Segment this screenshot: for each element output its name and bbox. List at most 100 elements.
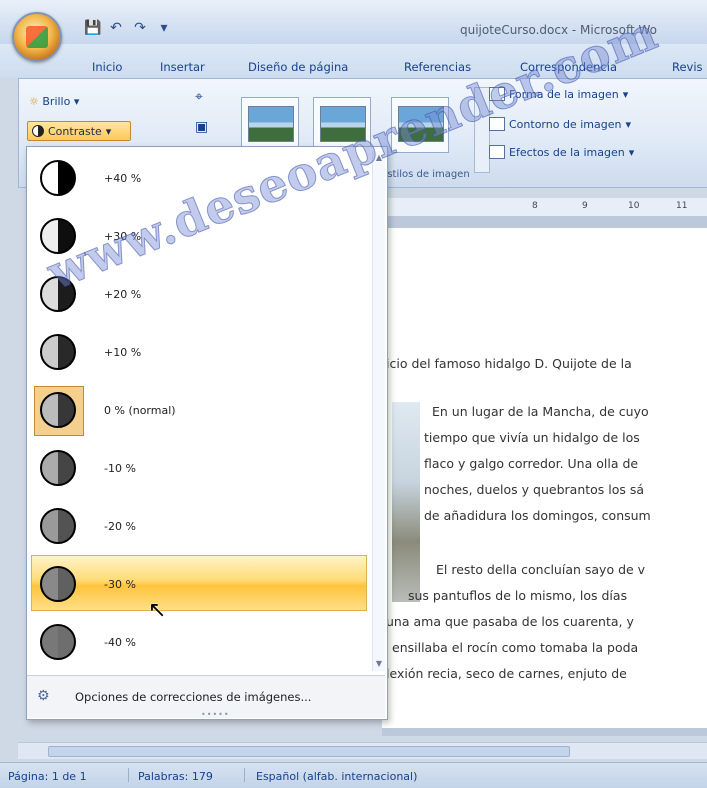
doc-line: El resto della concluían sayo de v: [436, 562, 646, 577]
status-words[interactable]: Palabras: 179: [138, 770, 213, 783]
office-logo-icon: [26, 26, 48, 48]
contrast-preview-icon: [40, 566, 76, 602]
tab-diseno-de-pagina[interactable]: Diseño de página: [248, 60, 348, 74]
resize-grip-icon[interactable]: •••••: [201, 710, 230, 719]
brightness-label: Brillo: [42, 95, 71, 108]
tab-inicio[interactable]: Inicio: [92, 60, 122, 74]
picture-shape-button[interactable]: Forma de la imagen ▾: [489, 87, 628, 101]
contrast-preview-icon: [40, 450, 76, 486]
ribbon-tabs: Inicio Insertar Diseño de página Referen…: [0, 44, 707, 78]
tab-insertar[interactable]: Insertar: [160, 60, 205, 74]
window-title: quijoteCurso.docx - Microsoft Wo: [460, 23, 657, 37]
redo-icon[interactable]: ↷: [132, 20, 148, 36]
border-pen-icon: [489, 117, 505, 131]
status-page[interactable]: Página: 1 de 1: [8, 770, 87, 783]
contrast-option-label: -10 %: [104, 462, 136, 475]
compress-icon[interactable]: ⌖: [195, 89, 203, 105]
landscape-thumbnail-icon: [320, 106, 366, 142]
doc-line: lexión recia, seco de carnes, enjuto de: [386, 666, 627, 681]
horizontal-scrollbar[interactable]: [18, 742, 707, 759]
effects-icon: [489, 145, 505, 159]
status-divider: [244, 768, 245, 782]
picture-corrections-label: Opciones de correcciones de imágenes...: [75, 690, 312, 704]
contrast-option-label: +20 %: [104, 288, 142, 301]
brightness-button[interactable]: ☼ Brillo ▾: [29, 95, 79, 108]
picture-border-label: Contorno de imagen: [509, 117, 622, 131]
quick-access-toolbar: 💾 ↶ ↷ ▾: [84, 20, 172, 36]
contrast-button[interactable]: Contraste ▾: [27, 121, 131, 141]
picture-corrections-options[interactable]: ⚙ Opciones de correcciones de imágenes..…: [27, 675, 385, 719]
contrast-preview-icon: [40, 392, 76, 428]
style-thumbnail-3[interactable]: [391, 97, 449, 153]
doc-line: icio del famoso hidalgo D. Quijote de la: [386, 356, 632, 371]
doc-line: tiempo que vivía un hidalgo de los: [424, 430, 640, 445]
contrast-option-label: -30 %: [104, 578, 136, 591]
mouse-pointer-icon: ↖: [148, 598, 167, 623]
status-bar: Página: 1 de 1 Palabras: 179 Español (al…: [0, 762, 707, 788]
ruler-mark: 10: [628, 201, 640, 211]
ruler-mark: 11: [676, 201, 688, 211]
style-thumbnail-1[interactable]: [241, 97, 299, 153]
contrast-preview-icon: [40, 218, 76, 254]
contrast-option[interactable]: +10 %: [31, 323, 367, 379]
doc-line: sus pantuflos de lo mismo, los días: [408, 588, 628, 603]
scroll-up-icon[interactable]: ▲: [373, 151, 385, 165]
contrast-icon: [32, 125, 44, 137]
contrast-option[interactable]: -20 %: [31, 497, 367, 553]
chevron-down-icon: ▾: [105, 124, 112, 138]
style-thumbnail-2[interactable]: [313, 97, 371, 153]
contrast-option-label: -20 %: [104, 520, 136, 533]
status-divider: [128, 768, 129, 782]
office-button[interactable]: [12, 12, 62, 62]
save-icon[interactable]: 💾: [84, 20, 101, 36]
contrast-option-label: +10 %: [104, 346, 142, 359]
doc-line: En un lugar de la Mancha, de cuyo: [432, 404, 649, 419]
scroll-thumb[interactable]: [48, 746, 570, 757]
contrast-option[interactable]: -10 %: [31, 439, 367, 495]
contrast-preview-icon: [40, 334, 76, 370]
doc-line: de añadidura los domingos, consum: [424, 508, 651, 523]
contrast-preview-icon: [40, 276, 76, 312]
contrast-label: Contraste: [48, 124, 102, 138]
landscape-thumbnail-icon: [398, 106, 444, 142]
contrast-option[interactable]: +20 %: [31, 265, 367, 321]
tab-correspondencia[interactable]: Correspondencia: [520, 60, 617, 74]
picture-effects-button[interactable]: Efectos de la imagen ▾: [489, 145, 634, 159]
contrast-option[interactable]: -40 %: [31, 613, 367, 669]
contrast-option[interactable]: +40 %: [31, 149, 367, 205]
picture-effects-label: Efectos de la imagen: [509, 145, 625, 159]
scroll-down-icon[interactable]: ▼: [373, 657, 385, 671]
status-language[interactable]: Español (alfab. internacional): [256, 770, 417, 783]
tab-revisar[interactable]: Revis: [672, 60, 703, 74]
picture-border-button[interactable]: Contorno de imagen ▾: [489, 117, 631, 131]
change-picture-icon[interactable]: ▣: [195, 119, 208, 135]
group-label-styles: Estilos de imagen: [381, 169, 470, 180]
ruler-mark: 8: [532, 201, 538, 211]
contrast-preview-icon: [40, 508, 76, 544]
contrast-option[interactable]: -30 %: [31, 555, 367, 611]
doc-line: ensillaba el rocín como tomaba la poda: [392, 640, 639, 655]
contrast-option-label: 0 % (normal): [104, 404, 176, 417]
contrast-option[interactable]: +30 %: [31, 207, 367, 263]
title-bar: 💾 ↶ ↷ ▾ quijoteCurso.docx - Microsoft Wo: [0, 0, 707, 45]
contrast-preview-icon: [40, 624, 76, 660]
contrast-dropdown: ▲ ▼ +40 % +30 % +20 % +10 % 0 % (normal) -10 …: [26, 146, 388, 720]
dropdown-scrollbar[interactable]: ▲ ▼: [372, 151, 385, 671]
contrast-option-label: +40 %: [104, 172, 142, 185]
contrast-option[interactable]: 0 % (normal): [31, 381, 367, 437]
doc-line: noches, duelos y quebrantos los sá: [424, 482, 645, 497]
tab-referencias[interactable]: Referencias: [404, 60, 471, 74]
brightness-icon: ☼: [29, 95, 39, 108]
doc-line: una ama que pasaba de los cuarenta, y: [386, 614, 634, 629]
picture-shape-label: Forma de la imagen: [509, 87, 619, 101]
undo-icon[interactable]: ↶: [108, 20, 124, 36]
shape-icon: [489, 87, 505, 101]
ruler-mark: 9: [582, 201, 588, 211]
inserted-picture[interactable]: [392, 402, 420, 602]
horizontal-ruler[interactable]: 8 9 10 11: [382, 198, 707, 217]
contrast-preview-icon: [40, 160, 76, 196]
contrast-option-label: -40 %: [104, 636, 136, 649]
doc-line: flaco y galgo corredor. Una olla de: [424, 456, 639, 471]
gallery-scrollbar[interactable]: [474, 87, 490, 173]
customize-icon[interactable]: ▾: [156, 20, 172, 36]
